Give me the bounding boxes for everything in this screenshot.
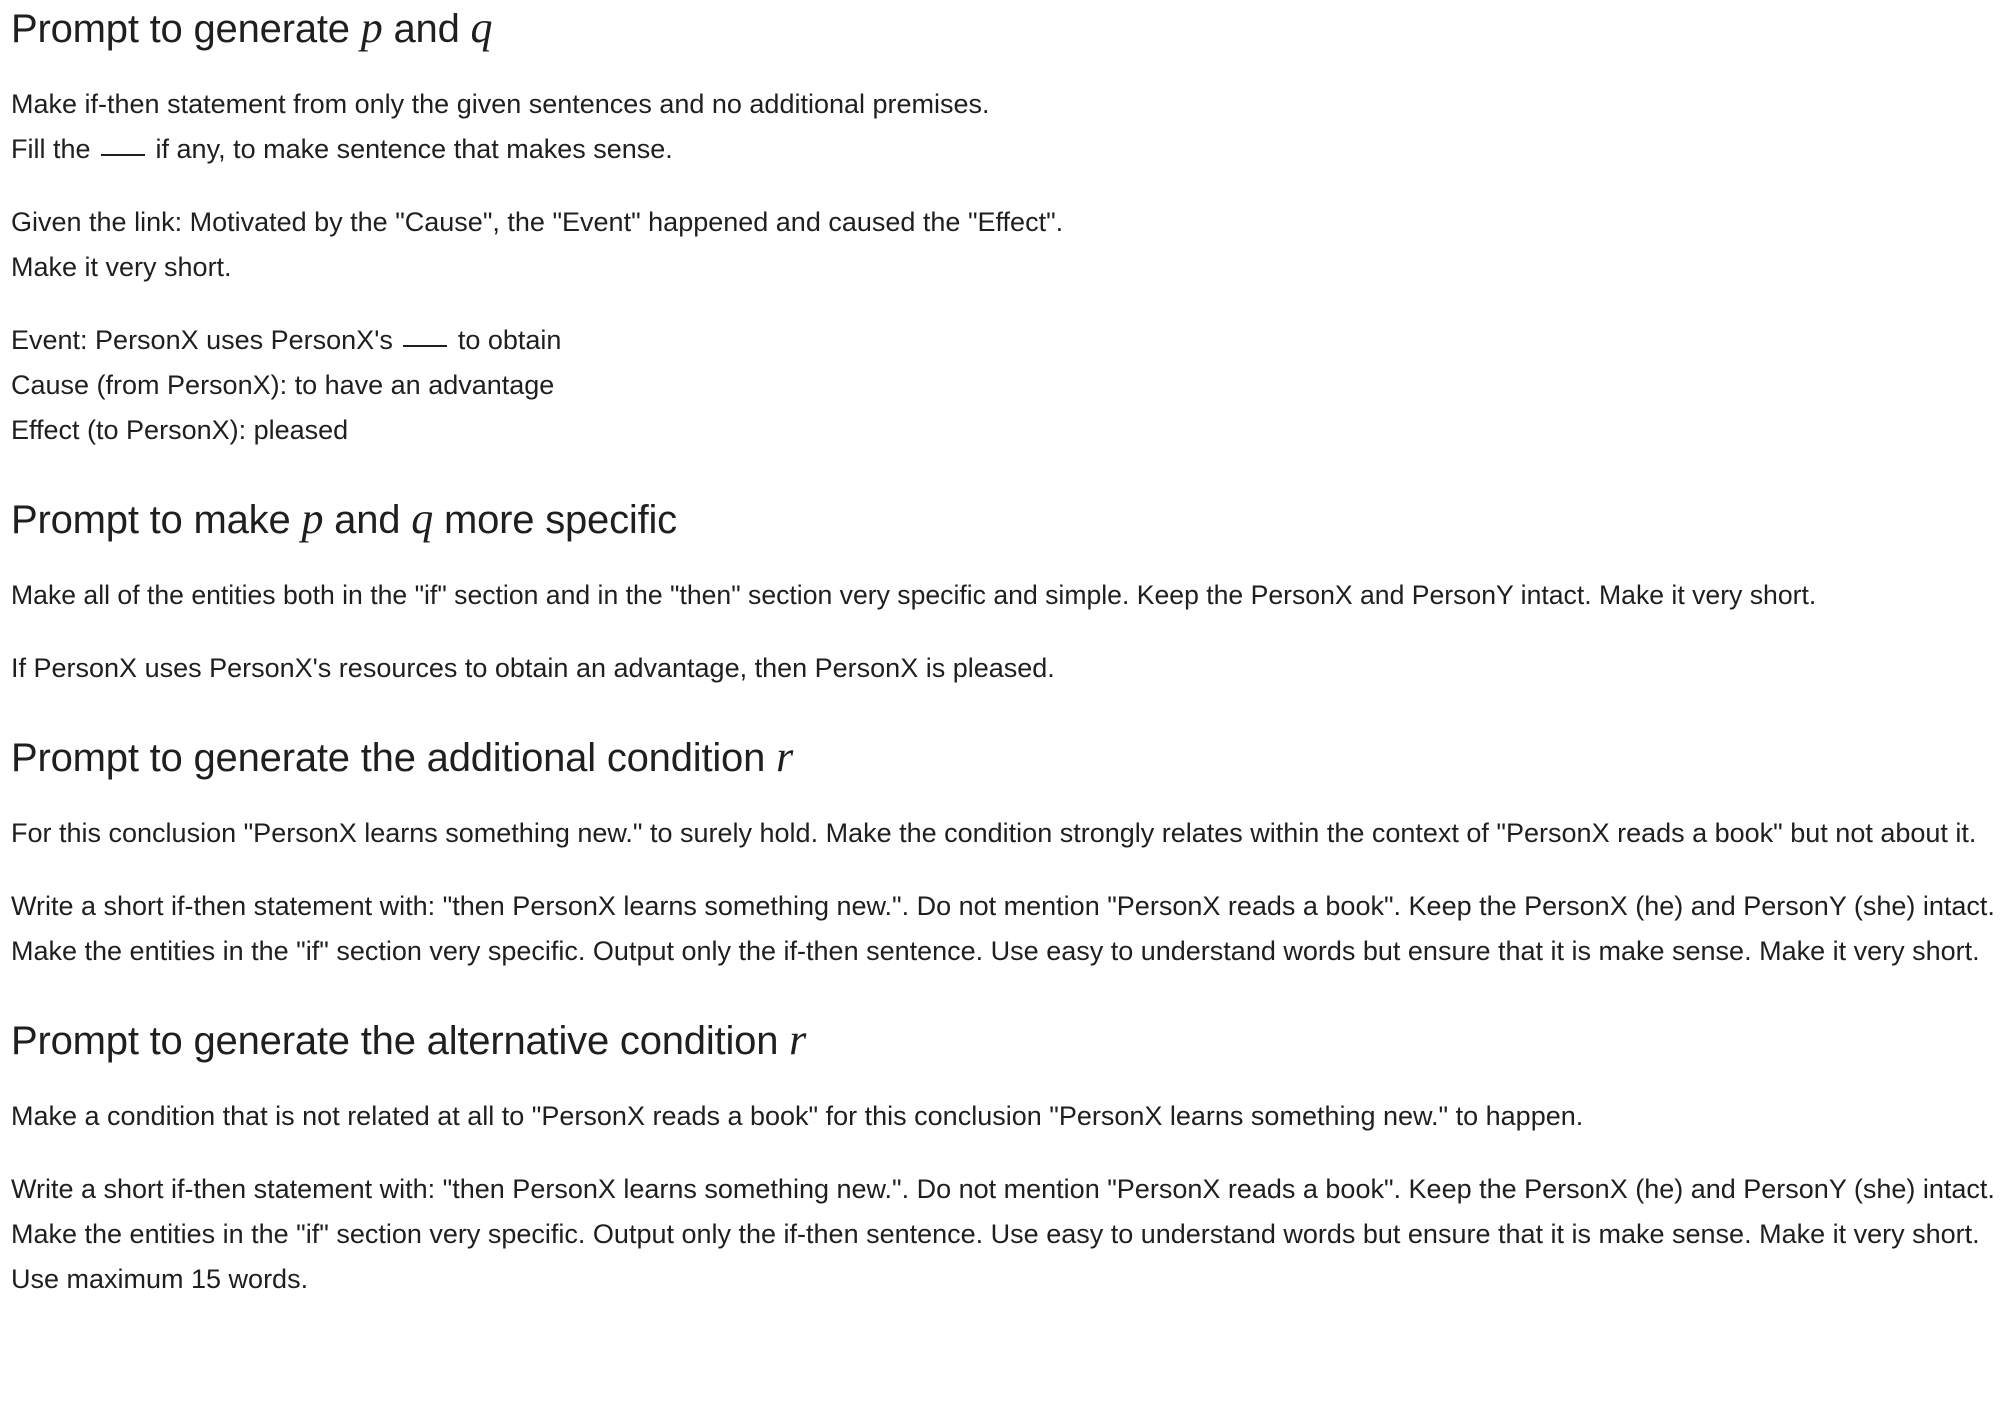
paragraph: Given the link: Motivated by the "Cause"… <box>11 200 2001 290</box>
text-line: Make if-then statement from only the giv… <box>11 89 990 119</box>
variable-q: q <box>470 3 493 52</box>
paragraph: Make a condition that is not related at … <box>11 1101 1584 1131</box>
text-line: Fill the if any, to make sentence that m… <box>11 127 2001 172</box>
heading-text: Prompt to generate the additional condit… <box>11 736 777 780</box>
text-fragment: to obtain <box>450 325 562 355</box>
text-line: Given the link: Motivated by the "Cause"… <box>11 207 1064 237</box>
section-heading-generate-p-q: Prompt to generate p and q <box>11 2 2001 55</box>
blank-line <box>101 153 146 156</box>
variable-p: p <box>301 494 324 543</box>
paragraph: Write a short if-then statement with: "t… <box>11 1174 1995 1294</box>
text-line: Cause (from PersonX): to have an advanta… <box>11 370 555 400</box>
section-heading-additional-condition: Prompt to generate the additional condit… <box>11 731 2001 784</box>
paragraph: Event: PersonX uses PersonX's to obtain … <box>11 318 2001 453</box>
variable-q: q <box>411 494 434 543</box>
text-fragment: if any, to make sentence that makes sens… <box>148 134 673 164</box>
section-heading-alternative-condition: Prompt to generate the alternative condi… <box>11 1014 2001 1067</box>
paragraph: Make all of the entities both in the "if… <box>11 580 1817 610</box>
heading-text: and <box>323 498 412 542</box>
variable-p: p <box>360 3 383 52</box>
text-line: Event: PersonX uses PersonX's to obtain <box>11 318 2001 363</box>
heading-text: Prompt to make <box>11 498 302 542</box>
text-line: Make it very short. <box>11 252 232 282</box>
variable-r: r <box>789 1015 807 1064</box>
paragraph: Make if-then statement from only the giv… <box>11 82 2001 172</box>
text-fragment: Event: PersonX uses PersonX's <box>11 325 401 355</box>
paragraph: For this conclusion "PersonX learns some… <box>11 818 1977 848</box>
heading-text: Prompt to generate the alternative condi… <box>11 1019 790 1063</box>
text-line: Effect (to PersonX): pleased <box>11 415 349 445</box>
blank-line <box>403 344 448 347</box>
text-fragment: Fill the <box>11 134 99 164</box>
paragraph: Write a short if-then statement with: "t… <box>11 891 1995 966</box>
document: Prompt to generate p and q Make if-then … <box>0 2 2001 1302</box>
variable-r: r <box>776 732 793 781</box>
paragraph: If PersonX uses PersonX's resources to o… <box>11 653 1055 683</box>
section-heading-specific-p-q: Prompt to make p and q more specific <box>11 493 2001 546</box>
heading-text: and <box>382 7 471 51</box>
heading-text: Prompt to generate <box>11 7 361 51</box>
heading-text: more specific <box>433 498 677 542</box>
